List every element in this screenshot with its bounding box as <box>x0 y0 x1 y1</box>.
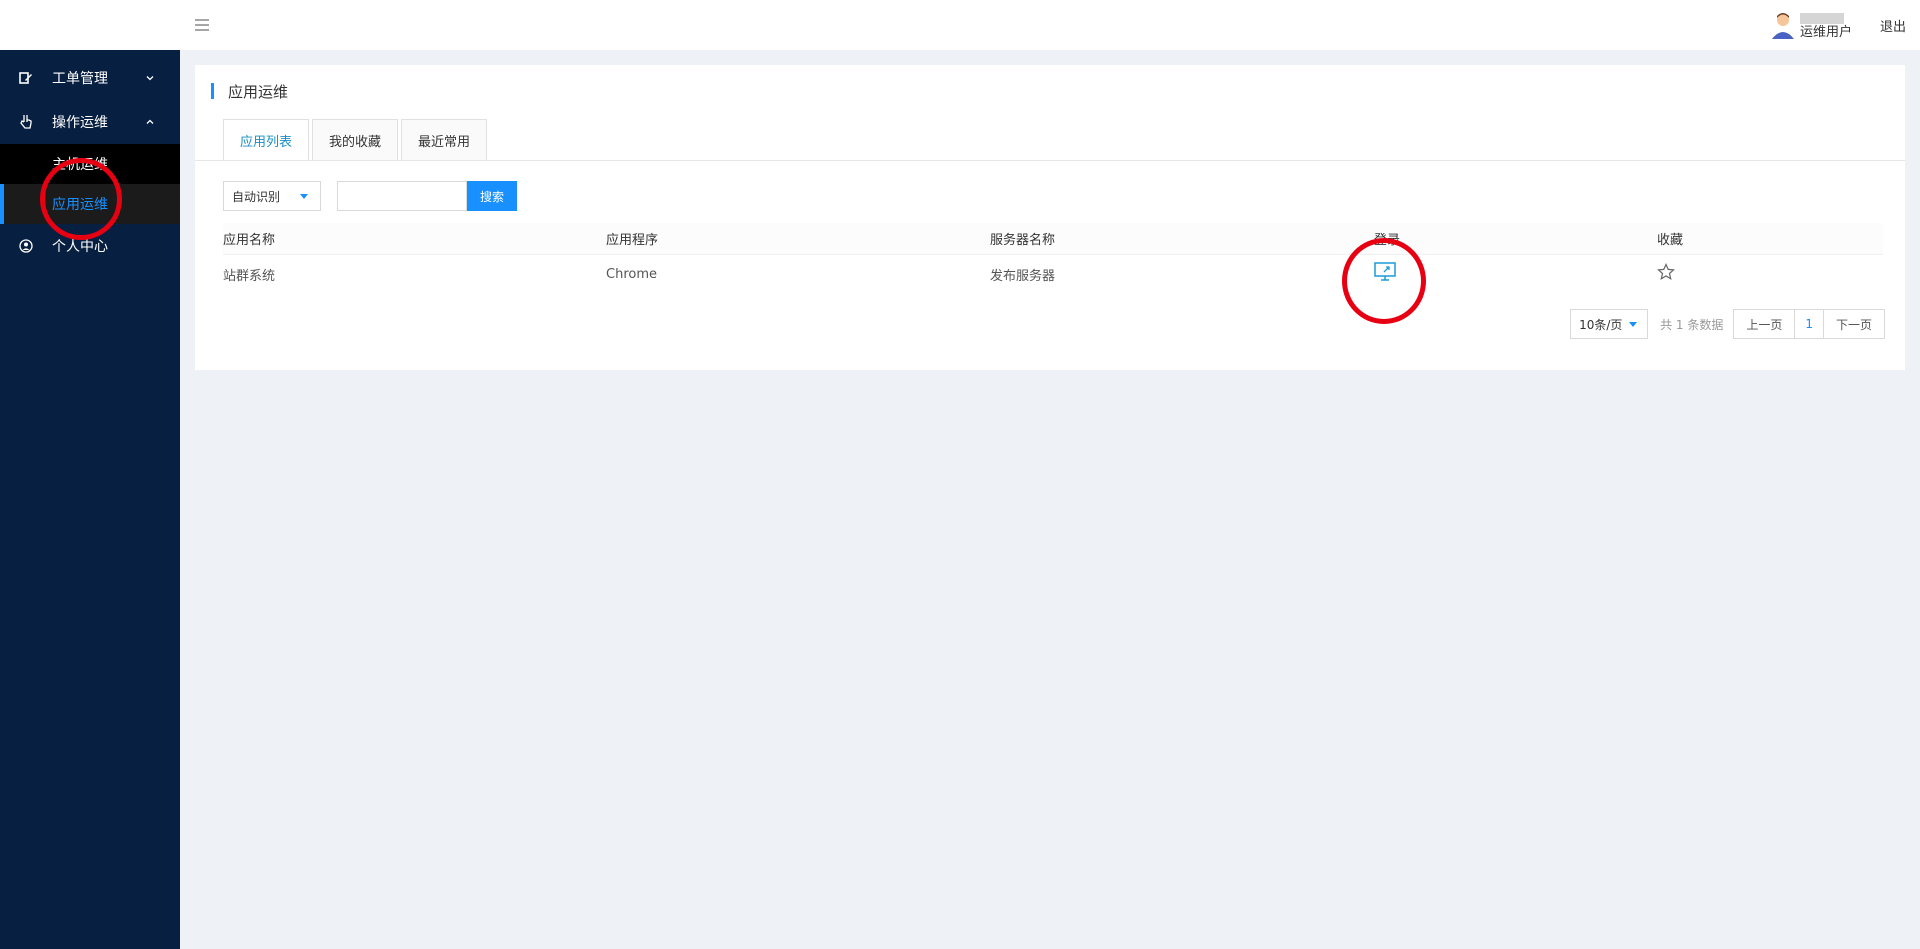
tab-recent[interactable]: 最近常用 <box>401 119 488 161</box>
avatar <box>1770 11 1796 41</box>
annotation-circle-sidebar <box>40 158 122 240</box>
logout-link[interactable]: 退出 <box>1880 16 1906 35</box>
prev-page-button[interactable]: 上一页 <box>1734 310 1796 338</box>
filter-bar: 自动识别 搜索 <box>223 181 517 211</box>
chevron-up-icon <box>144 116 156 128</box>
edit-icon <box>18 70 34 86</box>
column-header-favorite: 收藏 <box>1657 233 1684 248</box>
main-card: 应用运维 应用列表 我的收藏 最近常用 自动识别 搜索 应用名称 应用程序 服务… <box>195 65 1905 370</box>
tab-bar: 应用列表 我的收藏 最近常用 <box>223 119 490 161</box>
chevron-down-icon <box>144 72 156 84</box>
user-circle-icon <box>18 238 34 254</box>
search-input[interactable] <box>337 181 467 211</box>
page-size-value: 10条/页 <box>1579 317 1623 332</box>
search-button[interactable]: 搜索 <box>467 181 517 211</box>
app-table: 应用名称 应用程序 服务器名称 登录 收藏 站群系统 Chrome 发布服务器 <box>223 223 1883 293</box>
caret-down-icon <box>1629 322 1638 327</box>
sidebar-item-label: 操作运维 <box>52 115 108 131</box>
caret-down-icon <box>300 194 308 199</box>
tab-app-list[interactable]: 应用列表 <box>223 119 310 161</box>
user-info[interactable]: 运维用户 <box>1770 10 1852 42</box>
sidebar: 工单管理 操作运维 主机运维 应用运维 个人中心 <box>0 0 180 949</box>
total-count: 共 1 条数据 <box>1660 317 1724 332</box>
column-header-server: 服务器名称 <box>990 233 1056 248</box>
star-outline-icon[interactable] <box>1657 263 1675 281</box>
tab-my-favorites[interactable]: 我的收藏 <box>312 119 399 161</box>
page-buttons: 上一页 1 下一页 <box>1733 309 1885 339</box>
cell-server: 发布服务器 <box>990 268 1056 284</box>
top-header: 运维用户 退出 <box>180 0 1920 50</box>
page-size-select[interactable]: 10条/页 <box>1570 309 1649 339</box>
column-header-program: 应用程序 <box>606 233 659 248</box>
cell-program: Chrome <box>606 266 657 282</box>
sidebar-logo-area <box>0 0 180 50</box>
hamburger-menu-icon[interactable] <box>194 18 210 32</box>
tab-divider <box>195 160 1905 161</box>
next-page-button[interactable]: 下一页 <box>1824 310 1884 338</box>
user-account-blurred <box>1799 12 1844 24</box>
page-1-button[interactable]: 1 <box>1795 310 1824 338</box>
table-header: 应用名称 应用程序 服务器名称 登录 收藏 <box>223 223 1883 255</box>
sidebar-item-ops[interactable]: 操作运维 <box>0 100 180 144</box>
table-row: 站群系统 Chrome 发布服务器 <box>223 255 1883 293</box>
sidebar-item-ticket-management[interactable]: 工单管理 <box>0 56 180 100</box>
annotation-circle-login <box>1342 238 1426 324</box>
mode-select[interactable]: 自动识别 <box>223 181 321 211</box>
sidebar-item-label: 工单管理 <box>52 71 108 87</box>
page-title: 应用运维 <box>211 81 288 101</box>
user-name: 运维用户 <box>1799 24 1852 40</box>
cell-favorite <box>1657 263 1883 285</box>
column-header-app-name: 应用名称 <box>223 233 276 248</box>
cell-app-name: 站群系统 <box>223 268 276 284</box>
hand-pointer-icon <box>18 114 34 130</box>
pagination: 10条/页 共 1 条数据 上一页 1 下一页 <box>1570 309 1885 339</box>
column-header-login: 登录 <box>1374 233 1401 248</box>
mode-select-value: 自动识别 <box>232 189 281 204</box>
